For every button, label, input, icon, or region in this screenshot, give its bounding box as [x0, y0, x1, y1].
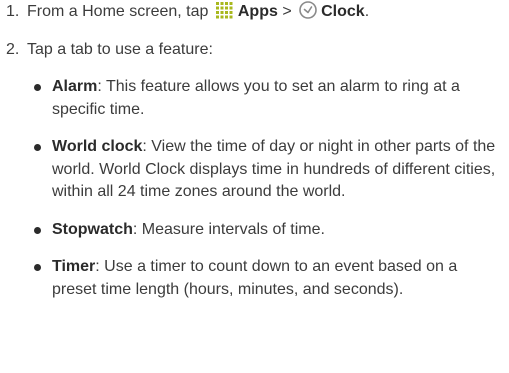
bullet-text: : Measure intervals of time. — [132, 220, 325, 238]
instruction-page: 1. From a Home screen, tap Apps > Clock. … — [0, 0, 509, 373]
bullet-term: World clock — [52, 138, 143, 155]
bullet-text: : Use a timer to count down to an event … — [52, 258, 458, 298]
clock-icon — [299, 1, 317, 19]
list-item-timer: Timer: Use a timer to count down to an e… — [30, 256, 505, 301]
clock-label: Clock — [321, 3, 365, 20]
step-1-end: . — [364, 3, 370, 20]
step-2: 2. Tap a tab to use a feature: — [6, 39, 506, 61]
apps-grid-icon — [215, 2, 233, 19]
bullet-text: : This feature allows you to set an alar… — [52, 78, 460, 118]
bullet-dot — [34, 144, 41, 151]
list-item-alarm: Alarm: This feature allows you to set an… — [30, 76, 505, 121]
apps-label: Apps — [237, 3, 278, 20]
bullet-dot — [34, 84, 41, 91]
bullet-term: Stopwatch — [52, 220, 133, 238]
step-2-text: Tap a tab to use a feature: — [27, 41, 213, 58]
step-number: 2. — [6, 41, 20, 58]
bullet-term: Timer — [52, 258, 96, 275]
bullet-dot — [34, 226, 41, 234]
list-item-stopwatch: Stopwatch: Measure intervals of time. — [30, 219, 505, 242]
separator: > — [282, 3, 292, 20]
step-1-text: From a Home screen, tap — [27, 3, 209, 20]
step-1: 1. From a Home screen, tap Apps > Clock. — [6, 0, 506, 23]
step-number: 1. — [6, 3, 20, 20]
bullet-dot — [34, 264, 41, 271]
feature-list: Alarm: This feature allows you to set an… — [30, 76, 505, 315]
list-item-world-clock: World clock: View the time of day or nig… — [30, 136, 505, 204]
bullet-term: Alarm — [52, 78, 98, 95]
